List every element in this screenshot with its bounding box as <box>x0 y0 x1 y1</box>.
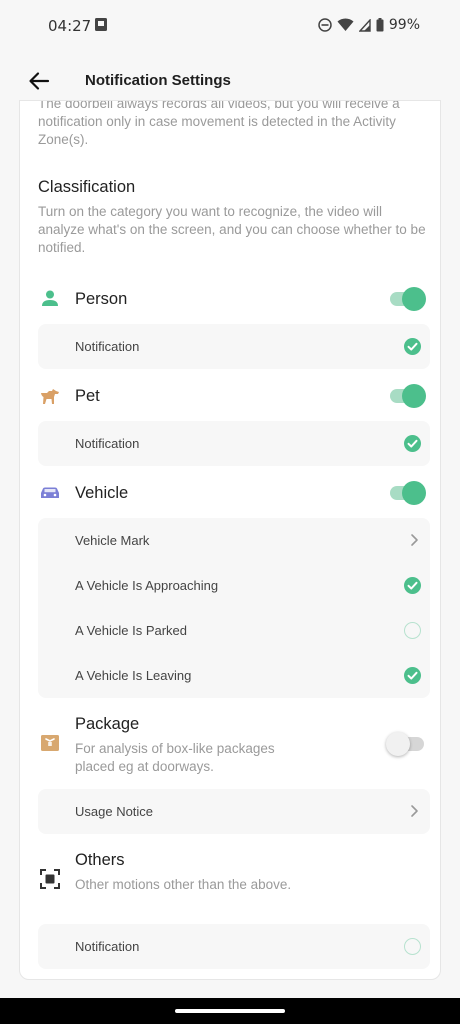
chevron-right-icon <box>411 534 418 546</box>
classification-description: Turn on the category you want to recogni… <box>38 204 426 255</box>
toggle-knob <box>402 481 426 505</box>
vehicle-approaching-row[interactable]: A Vehicle Is Approaching <box>38 563 430 608</box>
row-label: Usage Notice <box>75 804 154 819</box>
package-label: Package <box>75 715 140 733</box>
checkmark-icon[interactable] <box>404 667 421 684</box>
person-label: Person <box>75 290 128 308</box>
pet-options: Notification <box>38 421 430 466</box>
row-label: A Vehicle Is Parked <box>75 623 188 638</box>
others-icon <box>40 869 60 889</box>
usage-notice-row[interactable]: Usage Notice <box>38 789 430 834</box>
checkmark-icon[interactable] <box>404 338 421 355</box>
vehicle-leaving-row[interactable]: A Vehicle Is Leaving <box>38 653 430 698</box>
checkmark-icon[interactable] <box>404 435 421 452</box>
checkmark-icon[interactable] <box>404 577 421 594</box>
pet-notification-row[interactable]: Notification <box>38 421 430 466</box>
vehicle-label: Vehicle <box>75 484 129 502</box>
battery-level: 99% <box>388 17 420 33</box>
car-icon <box>41 487 59 498</box>
status-bar: 04:27 99% <box>0 0 460 52</box>
battery-icon <box>376 18 384 32</box>
person-notification-row[interactable]: Notification <box>38 324 430 369</box>
row-label: A Vehicle Is Approaching <box>75 578 219 593</box>
status-time: 04:27 <box>48 17 92 35</box>
toggle-knob <box>402 384 426 408</box>
others-description: Other motions other than the above. <box>75 877 292 892</box>
others-options: Notification <box>38 924 430 969</box>
row-label: Notification <box>75 436 140 451</box>
package-toggle[interactable] <box>386 732 424 756</box>
pet-toggle[interactable] <box>390 384 426 408</box>
home-indicator[interactable] <box>175 1009 285 1013</box>
vehicle-parked-row[interactable]: A Vehicle Is Parked <box>38 608 430 653</box>
pet-label: Pet <box>75 387 100 405</box>
status-indicators: 99% <box>318 17 420 33</box>
package-description: For analysis of box-like packages placed… <box>75 741 275 774</box>
vehicle-toggle[interactable] <box>390 481 426 505</box>
toggle-knob <box>402 287 426 311</box>
row-label: Notification <box>75 939 140 954</box>
page-title: Notification Settings <box>85 72 231 89</box>
dnd-icon <box>318 18 332 32</box>
back-arrow-icon[interactable] <box>28 70 50 92</box>
settings-card: The doorbell always records all videos, … <box>19 100 441 980</box>
vehicle-options: Vehicle Mark A Vehicle Is Approaching A … <box>38 518 430 698</box>
system-nav-bar <box>0 998 460 1024</box>
app-notification-icon <box>95 18 107 31</box>
toggle-knob <box>386 732 410 756</box>
package-icon <box>41 735 59 751</box>
classification-title: Classification <box>38 178 136 196</box>
pet-icon <box>41 389 59 404</box>
row-label: Vehicle Mark <box>75 533 150 548</box>
row-label: A Vehicle Is Leaving <box>75 668 192 683</box>
signal-icon <box>358 18 371 32</box>
others-label: Others <box>75 851 125 869</box>
person-options: Notification <box>38 324 430 369</box>
chevron-right-icon <box>411 805 418 817</box>
recording-note: The doorbell always records all videos, … <box>38 100 400 147</box>
person-icon <box>42 290 58 306</box>
others-notification-row[interactable]: Notification <box>38 924 430 969</box>
unchecked-circle-icon[interactable] <box>404 622 421 639</box>
row-label: Notification <box>75 339 140 354</box>
package-options: Usage Notice <box>38 789 430 834</box>
person-toggle[interactable] <box>390 287 426 311</box>
unchecked-circle-icon[interactable] <box>404 938 421 955</box>
wifi-icon <box>337 18 354 31</box>
vehicle-mark-row[interactable]: Vehicle Mark <box>38 518 430 563</box>
